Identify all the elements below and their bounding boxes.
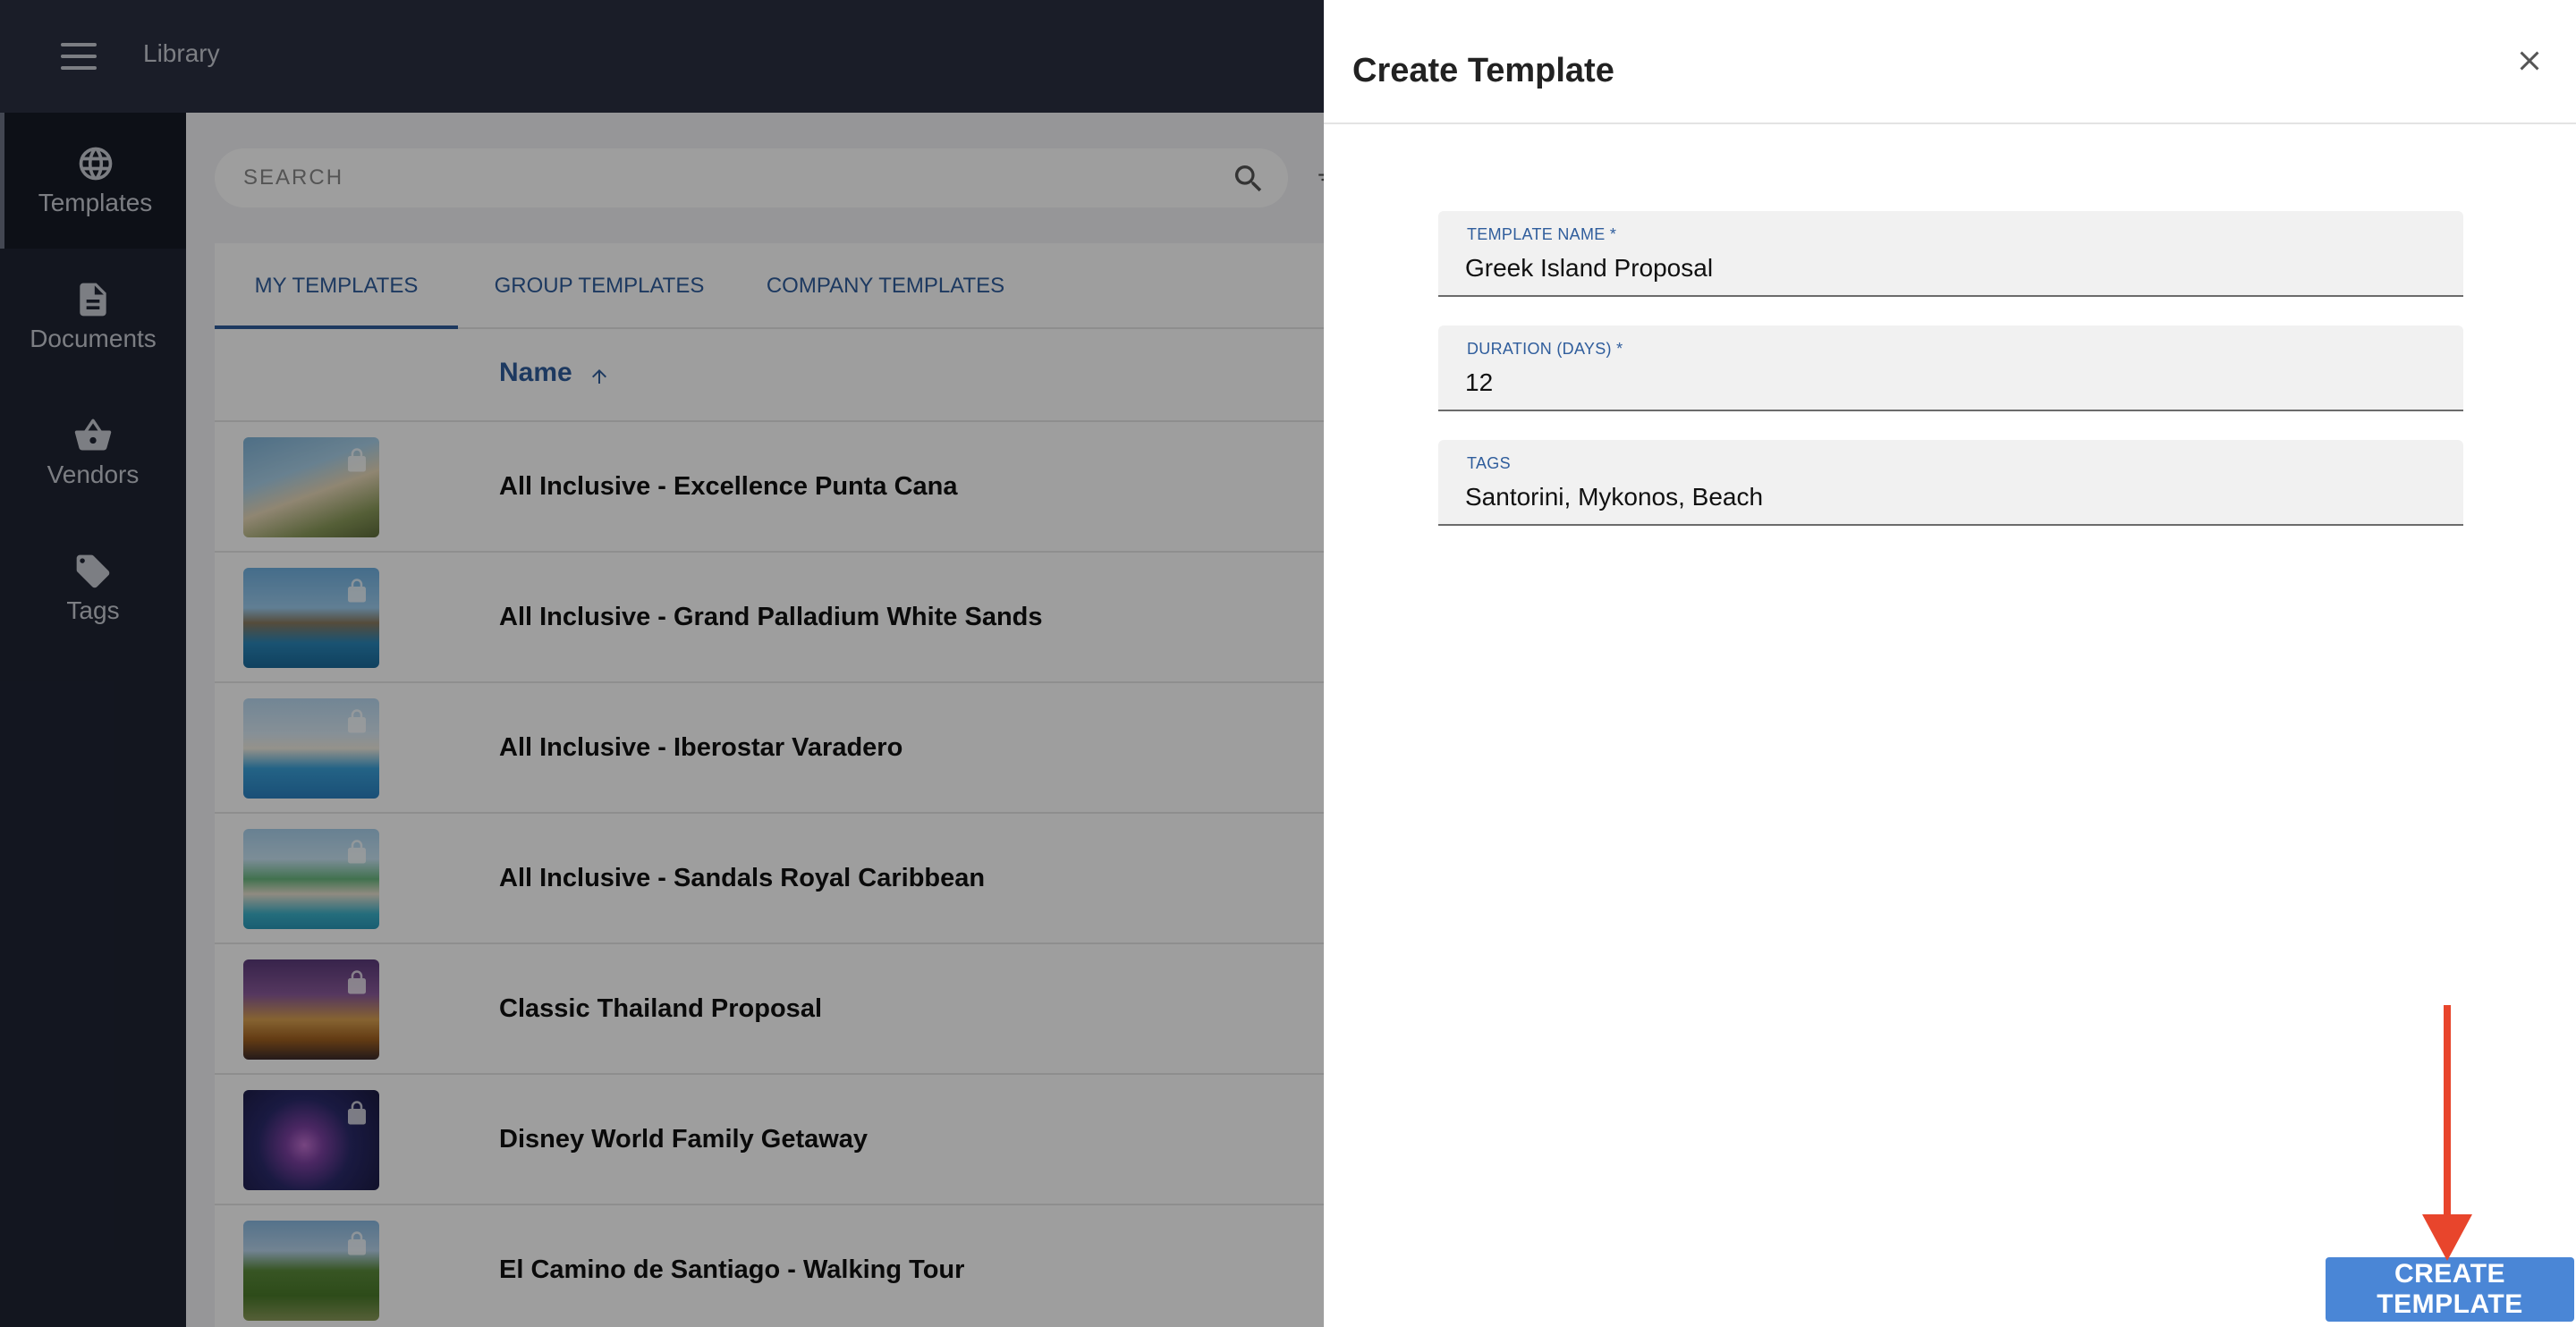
create-template-drawer: Create Template TEMPLATE NAME * DURATION…: [1324, 0, 2576, 1327]
template-name-input[interactable]: [1465, 250, 2431, 286]
duration-input[interactable]: [1465, 365, 2431, 401]
duration-field: DURATION (DAYS) *: [1438, 325, 2463, 411]
modal-backdrop[interactable]: [0, 0, 1324, 1327]
tags-field: TAGS: [1438, 440, 2463, 526]
annotation-arrow-head: [2422, 1214, 2472, 1261]
create-template-button[interactable]: CREATE TEMPLATE: [2326, 1257, 2574, 1322]
template-name-field: TEMPLATE NAME *: [1438, 211, 2463, 297]
drawer-header: Create Template: [1324, 0, 2576, 124]
close-icon[interactable]: [2513, 45, 2546, 77]
annotation-arrow-shaft: [2444, 1005, 2451, 1218]
duration-label: DURATION (DAYS) *: [1467, 340, 1623, 358]
tags-label: TAGS: [1467, 454, 1511, 472]
drawer-title: Create Template: [1352, 52, 1614, 89]
tags-input[interactable]: [1465, 479, 2431, 515]
template-name-label: TEMPLATE NAME *: [1467, 225, 1617, 243]
